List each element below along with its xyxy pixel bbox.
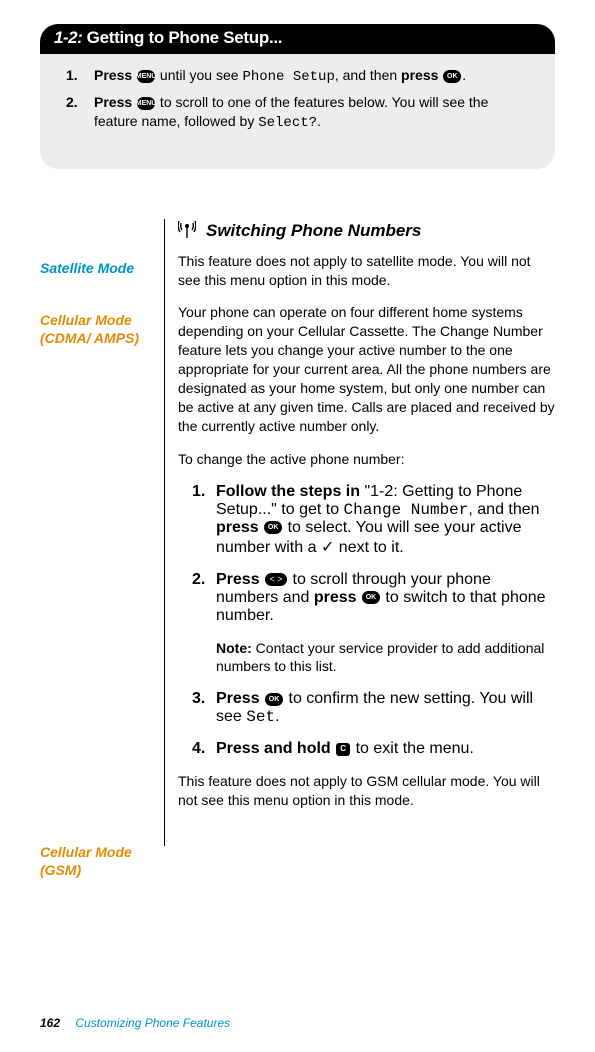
instr-1-press: press [216,519,263,536]
note-text: Contact your service provider to add add… [216,640,544,675]
step-1-text-a: until you see [156,67,242,83]
banner-number: 1-2: [54,28,82,47]
ok-icon-2: OK [264,521,282,534]
step-1-text-b: , and then [335,67,401,83]
gsm-para: This feature does not apply to GSM cellu… [178,772,555,810]
content-row: Satellite Mode Cellular Mode (CDMA/ AMPS… [40,219,555,898]
to-change-para: To change the active phone number: [178,450,555,469]
step-1: 1. Press MENU until you see Phone Setup,… [66,66,529,87]
set-lcd: Set [246,708,275,726]
subheader: Switching Phone Numbers [178,219,555,244]
instr-3-body: Press OK to confirm the new setting. You… [216,690,555,726]
instr-3-press: Press [216,690,264,707]
cdma-para: Your phone can operate on four different… [178,303,555,435]
instr-4-body: Press and hold C to exit the menu. [216,740,555,758]
subheader-title: Switching Phone Numbers [206,221,421,241]
sidebar: Satellite Mode Cellular Mode (CDMA/ AMPS… [40,219,164,898]
check-icon: ✓ [321,539,334,556]
banner-title: Getting to Phone Setup... [87,28,283,47]
step-2-body: Press MENU to scroll to one of the featu… [94,93,529,133]
step-2-num: 2. [66,93,94,133]
ok-icon-4: OK [265,693,283,706]
ok-icon-3: OK [362,591,380,604]
instr-4-t1: to exit the menu. [351,740,474,757]
instr-2: 2. Press < > to scroll through your phon… [178,571,555,625]
antenna-icon [178,219,196,244]
instr-2-body: Press < > to scroll through your phone n… [216,571,555,625]
menu-icon-2: MENU [137,97,155,110]
note-label: Note: [216,640,252,656]
instr-3: 3. Press OK to confirm the new setting. … [178,690,555,726]
instr-3-t2: . [275,708,279,725]
c-icon: C [336,743,350,756]
main-content: Switching Phone Numbers This feature doe… [164,219,555,898]
instr-4: 4. Press and hold C to exit the menu. [178,740,555,758]
instr-2-press2: press [314,589,361,606]
step-2-text-b: . [317,113,321,129]
instr-3-num: 3. [192,690,216,726]
instr-1-body: Follow the steps in "1-2: Getting to Pho… [216,483,555,557]
footer: 162 Customizing Phone Features [40,1016,230,1030]
select-lcd: Select? [258,115,317,131]
phone-setup-lcd: Phone Setup [242,69,334,85]
instr-1-t2: , and then [468,501,539,518]
press-label: Press [94,67,136,83]
banner: 1-2: Getting to Phone Setup... [40,24,555,54]
change-number-lcd: Change Number [344,501,469,519]
ok-icon: OK [443,70,461,83]
instr-2-num: 2. [192,571,216,625]
follow-label: Follow the steps in [216,483,360,500]
instr-4-num: 4. [192,740,216,758]
vertical-divider [164,219,165,846]
press-label-2: press [401,67,442,83]
sidebar-gsm-mode: Cellular Mode (GSM) [40,843,154,879]
instr-4-press-hold: Press and hold [216,740,335,757]
step-1-num: 1. [66,66,94,87]
instr-1-t4: next to it. [334,539,403,556]
step-1-text-c: . [462,67,466,83]
press-label-3: Press [94,94,136,110]
page-number: 162 [40,1016,60,1030]
step-2: 2. Press MENU to scroll to one of the fe… [66,93,529,133]
steps-box: 1. Press MENU until you see Phone Setup,… [40,54,555,169]
sidebar-cdma-mode: Cellular Mode (CDMA/ AMPS) [40,311,154,347]
menu-icon: MENU [137,70,155,83]
step-1-body: Press MENU until you see Phone Setup, an… [94,66,529,87]
instr-2-press: Press [216,571,264,588]
instr-1-num: 1. [192,483,216,557]
footer-section: Customizing Phone Features [75,1016,230,1030]
page: 1-2: Getting to Phone Setup... 1. Press … [0,0,595,1052]
instr-1: 1. Follow the steps in "1-2: Getting to … [178,483,555,557]
scroll-arrows-icon: < > [265,573,287,586]
sidebar-satellite-mode: Satellite Mode [40,259,154,277]
satellite-para: This feature does not apply to satellite… [178,252,555,290]
note: Note: Contact your service provider to a… [178,639,555,677]
